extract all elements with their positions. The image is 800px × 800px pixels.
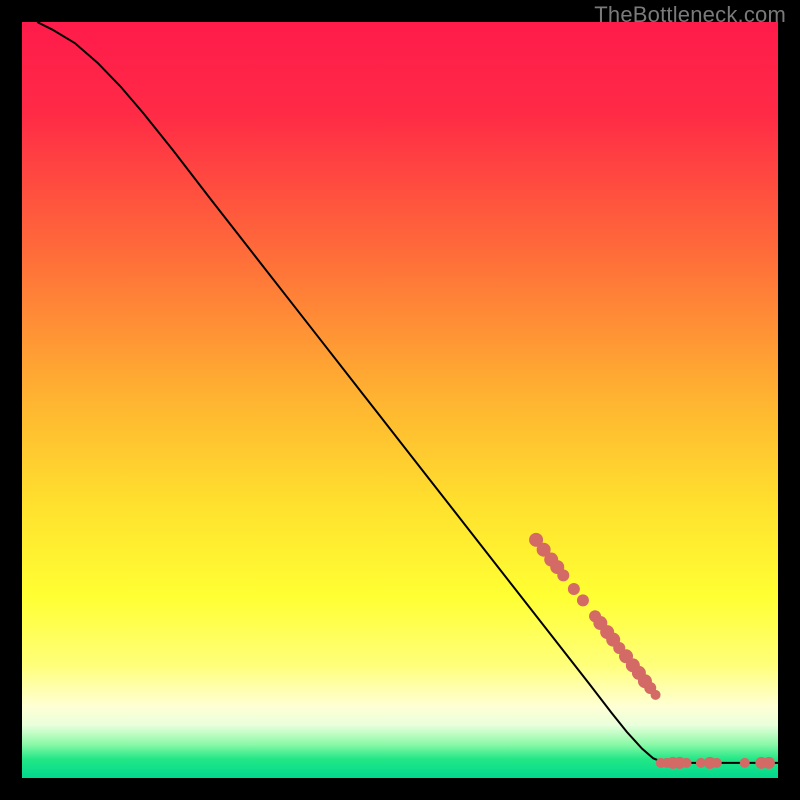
chart-stage: TheBottleneck.com bbox=[0, 0, 800, 800]
data-mark bbox=[712, 758, 722, 768]
data-mark bbox=[740, 758, 750, 768]
gradient-background bbox=[22, 22, 778, 778]
data-mark bbox=[763, 757, 775, 769]
data-mark bbox=[577, 594, 589, 606]
data-mark bbox=[557, 569, 569, 581]
data-mark bbox=[682, 758, 692, 768]
plot-area bbox=[22, 22, 778, 778]
data-mark bbox=[568, 583, 580, 595]
data-mark bbox=[651, 690, 661, 700]
chart-svg bbox=[22, 22, 778, 778]
